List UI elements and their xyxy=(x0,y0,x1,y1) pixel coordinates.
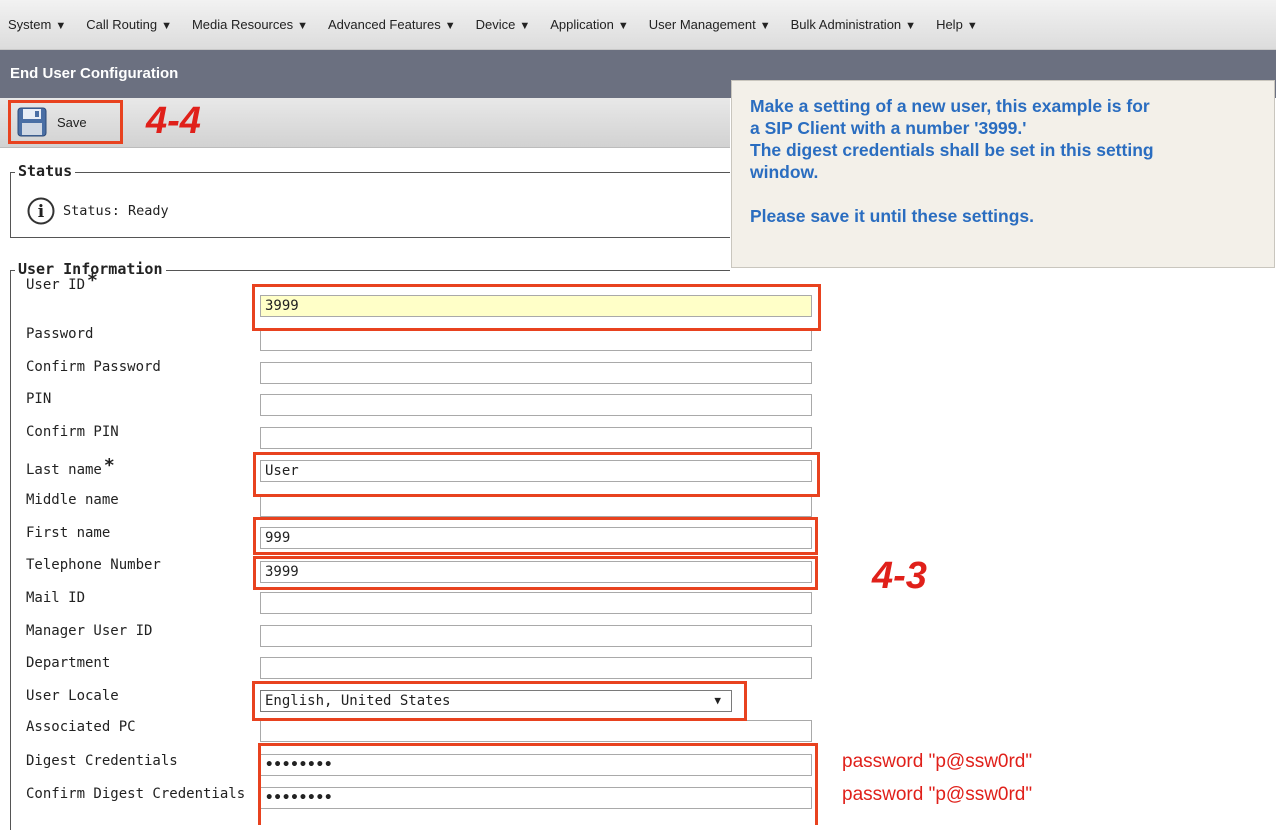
department-input[interactable] xyxy=(260,657,812,679)
instruction-note: Make a setting of a new user, this examp… xyxy=(731,80,1275,268)
field-label-first-name: First name xyxy=(26,525,111,541)
highlight-box-digest xyxy=(258,743,818,825)
save-button[interactable]: Save xyxy=(8,100,123,144)
note-line: window. xyxy=(750,162,819,182)
menu-device[interactable]: Device ▼ xyxy=(476,17,531,32)
menu-user-management[interactable]: User Management ▼ xyxy=(649,17,771,32)
password-input[interactable] xyxy=(260,329,812,351)
confirm-pin-input[interactable] xyxy=(260,427,812,449)
info-icon: i xyxy=(27,197,55,225)
chevron-down-icon: ▼ xyxy=(759,20,771,32)
highlight-box-first-name xyxy=(253,517,818,555)
chevron-down-icon: ▼ xyxy=(905,20,917,32)
field-label-manager-user-id: Manager User ID xyxy=(26,623,153,639)
chevron-down-icon: ▼ xyxy=(519,20,531,32)
field-label-telephone-number: Telephone Number xyxy=(26,557,161,573)
associated-pc-input[interactable] xyxy=(260,720,812,742)
highlight-box-user-locale xyxy=(252,681,747,721)
pin-input[interactable] xyxy=(260,394,812,416)
field-label-user-locale: User Locale xyxy=(26,688,119,704)
field-label-last-name: Last name * xyxy=(26,455,115,478)
chevron-down-icon: ▼ xyxy=(617,20,629,32)
menu-bulk-administration[interactable]: Bulk Administration ▼ xyxy=(791,17,916,32)
chevron-down-icon: ▼ xyxy=(55,20,67,32)
field-label-middle-name: Middle name xyxy=(26,492,119,508)
field-label-department: Department xyxy=(26,655,111,671)
field-label-associated-pc: Associated PC xyxy=(26,719,136,735)
field-label-digest-credentials: Digest Credentials xyxy=(26,753,178,769)
status-text: Status: Ready xyxy=(63,203,169,219)
field-label-confirm-digest-credentials: Confirm Digest Credentials xyxy=(26,786,246,802)
chevron-down-icon: ▼ xyxy=(444,20,456,32)
svg-text:i: i xyxy=(38,202,45,222)
field-label-mail-id: Mail ID xyxy=(26,590,86,606)
toolbar: Save 4-4 xyxy=(0,98,730,148)
menu-bar: System ▼ Call Routing ▼ Media Resources ▼ A… xyxy=(0,0,1276,50)
menu-application[interactable]: Application ▼ xyxy=(550,17,629,32)
field-label-confirm-password: Confirm Password xyxy=(26,359,161,375)
menu-call-routing[interactable]: Call Routing ▼ xyxy=(86,17,172,32)
highlight-box-user-id xyxy=(252,284,821,331)
note-line: Make a setting of a new user, this examp… xyxy=(750,96,1150,116)
field-label-user-id: User ID * xyxy=(26,270,98,293)
digest-password-note: password "p@ssw0rd" xyxy=(842,751,1033,772)
status-fieldset: Status i Status: Ready xyxy=(10,162,730,238)
chevron-down-icon: ▼ xyxy=(297,20,308,32)
status-legend: Status xyxy=(15,162,76,180)
menu-media-resources[interactable]: Media Resources ▼ xyxy=(192,17,308,32)
note-line: Please save it until these settings. xyxy=(750,206,1034,226)
mail-id-input[interactable] xyxy=(260,592,812,614)
step-annotation-save: 4-4 xyxy=(146,100,201,142)
chevron-down-icon: ▼ xyxy=(161,20,172,32)
required-marker: * xyxy=(87,270,98,291)
confirm-password-input[interactable] xyxy=(260,362,812,384)
manager-user-id-input[interactable] xyxy=(260,625,812,647)
confirm-digest-password-note: password "p@ssw0rd" xyxy=(842,784,1033,805)
chevron-down-icon: ▼ xyxy=(966,20,978,32)
field-label-password: Password xyxy=(26,326,94,342)
highlight-box-last-name xyxy=(253,452,820,497)
step-annotation-form: 4-3 xyxy=(872,555,927,597)
menu-help[interactable]: Help ▼ xyxy=(936,17,978,32)
middle-name-input[interactable] xyxy=(260,495,812,517)
field-label-confirm-pin: Confirm PIN xyxy=(26,424,119,440)
floppy-disk-icon xyxy=(17,107,47,137)
field-label-pin: PIN xyxy=(26,391,52,407)
highlight-box-telephone xyxy=(253,556,818,590)
save-button-label: Save xyxy=(57,114,87,130)
menu-advanced-features[interactable]: Advanced Features ▼ xyxy=(328,17,456,32)
note-line: The digest credentials shall be set in t… xyxy=(750,140,1154,160)
note-line: a SIP Client with a number '3999.' xyxy=(750,118,1027,138)
menu-system[interactable]: System ▼ xyxy=(8,17,66,32)
required-marker: * xyxy=(103,455,115,476)
